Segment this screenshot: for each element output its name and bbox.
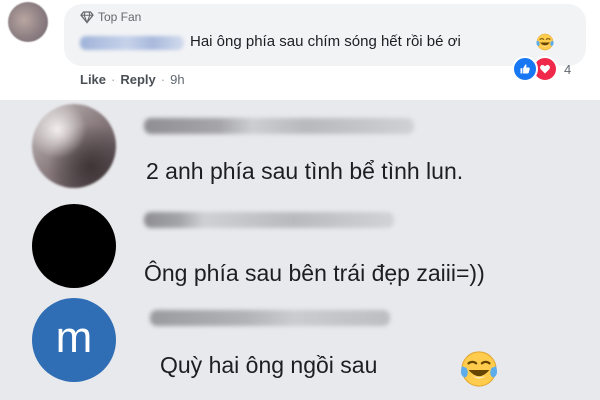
blurred-reply-meta	[144, 212, 394, 228]
comment-actions: Like · Reply · 9h	[80, 72, 185, 87]
reaction-summary[interactable]: 4	[512, 56, 571, 82]
blurred-reply-meta	[144, 118, 414, 134]
separator: ·	[111, 72, 116, 87]
laughing-tears-emoji	[536, 33, 554, 56]
reply-text: Ông phía sau bên trái đẹp zaiii=))	[144, 260, 485, 286]
top-fan-badge: Top Fan	[80, 9, 141, 25]
reply-avatar-photo[interactable]	[32, 104, 116, 188]
blurred-commenter-name[interactable]	[80, 36, 184, 50]
diamond-icon	[80, 10, 94, 24]
avatar-letter: m	[55, 313, 93, 362]
reply-avatar-black[interactable]	[32, 204, 116, 288]
comment-timestamp[interactable]: 9h	[170, 72, 184, 87]
reaction-count: 4	[564, 61, 572, 77]
commenter-avatar[interactable]	[8, 2, 48, 42]
blurred-reply-meta	[150, 310, 390, 326]
like-link[interactable]: Like	[80, 72, 106, 87]
like-reaction-icon	[512, 56, 538, 82]
separator: ·	[160, 72, 166, 87]
badge-label: Top Fan	[98, 10, 142, 24]
reply-text: 2 anh phía sau tình bể tình lun.	[146, 158, 464, 184]
top-comment: Top Fan Hai ông phía sau chím sóng hết r…	[0, 0, 600, 100]
reply-avatar-letter[interactable]: m	[32, 298, 116, 382]
reply-text: Quỳ hai ông ngồi sau	[160, 352, 378, 378]
reply-link[interactable]: Reply	[120, 72, 155, 87]
laughing-tears-emoji	[460, 350, 498, 393]
comment-text: Hai ông phía sau chím sóng hết rồi bé ơi	[190, 33, 461, 50]
